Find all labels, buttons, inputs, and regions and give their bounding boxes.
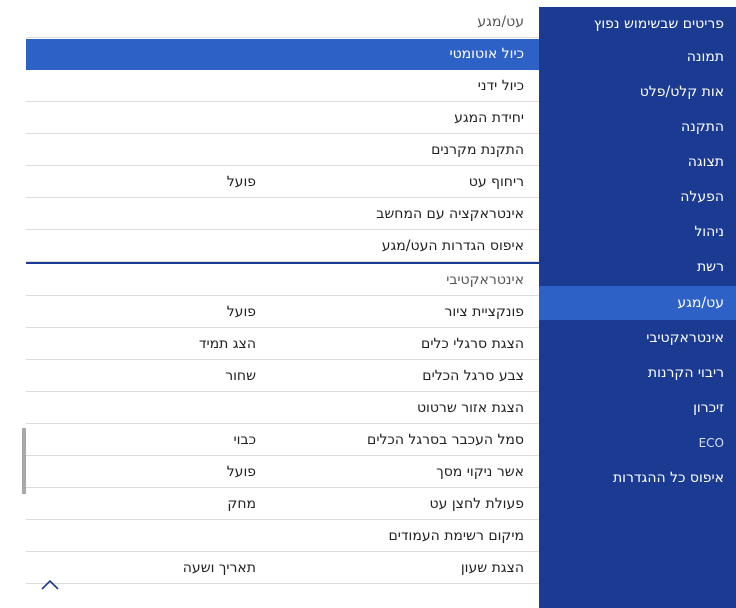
sidebar-item-4[interactable]: תצוגה <box>539 145 736 179</box>
row-value: כבוי <box>233 432 256 448</box>
row-label: צבע סרגל הכלים <box>422 368 524 384</box>
row-value: תאריך ושעה <box>182 560 256 576</box>
row-value: פועל <box>226 174 256 190</box>
row-label: יחידת המגע <box>454 110 524 126</box>
sidebar-item-1[interactable]: תמונה <box>539 40 736 74</box>
menu-row[interactable]: צבע סרגל הכלים שחור <box>26 361 539 392</box>
menu-row[interactable]: כיול אוטומטי <box>26 39 539 70</box>
row-label: אינטראקציה עם המחשב <box>376 206 524 222</box>
menu-row[interactable]: אשר ניקוי מסך פועל <box>26 457 539 488</box>
section-header: עט/מגע <box>26 7 539 38</box>
sidebar-item-8[interactable]: עט/מגע <box>539 286 736 320</box>
row-label: הצגת שעון <box>460 560 524 576</box>
row-label: פונקציית ציור <box>444 304 524 320</box>
scrollbar-thumb[interactable] <box>22 428 26 494</box>
menu-row[interactable]: פונקציית ציור פועל <box>26 297 539 328</box>
sidebar-item-3[interactable]: התקנה <box>539 110 736 144</box>
sidebar-item-7[interactable]: רשת <box>539 250 736 284</box>
row-label: אשר ניקוי מסך <box>436 464 524 480</box>
sidebar-item-13[interactable]: איפוס כל ההגדרות <box>539 461 736 495</box>
menu-row[interactable]: איפוס הגדרות העט/מגע <box>26 231 539 262</box>
sidebar-item-11[interactable]: זיכרון <box>539 391 736 425</box>
menu-row[interactable]: ריחוף עט פועל <box>26 167 539 198</box>
row-label: מיקום רשימת העמודים <box>388 528 524 544</box>
row-value: שחור <box>225 368 256 384</box>
menu-row[interactable]: הצגת סרגלי כלים הצג תמיד <box>26 329 539 360</box>
section-title: אינטראקטיבי <box>446 272 524 288</box>
menu-row[interactable]: הצגת אזור שרטוט <box>26 393 539 424</box>
row-label: הצגת אזור שרטוט <box>416 400 524 416</box>
row-value: פועל <box>226 304 256 320</box>
submenu-panel: עט/מגע כיול אוטומטי כיול ידני יחידת המגע התק… <box>26 7 539 608</box>
row-value: הצג תמיד <box>198 336 256 352</box>
menu-row[interactable]: מיקום רשימת העמודים <box>26 521 539 552</box>
section-header: אינטראקטיבי <box>26 265 539 296</box>
menu-row[interactable]: התקנת מקרנים <box>26 135 539 166</box>
sidebar-item-10[interactable]: ריבוי הקרנות <box>539 356 736 390</box>
menu-row[interactable]: כיול ידני <box>26 71 539 102</box>
row-value: מחק <box>227 496 256 512</box>
row-label: ריחוף עט <box>468 174 524 190</box>
row-label: התקנת מקרנים <box>431 142 524 158</box>
sidebar-item-0[interactable]: פריטים שבשימוש נפוץ <box>539 7 736 41</box>
menu-row[interactable]: הצגת שעון תאריך ושעה <box>26 553 539 584</box>
row-label: הצגת סרגלי כלים <box>421 336 524 352</box>
row-label: איפוס הגדרות העט/מגע <box>381 238 524 254</box>
settings-menu: פריטים שבשימוש נפוץ תמונה אות קלט/פלט התקנה… <box>26 7 736 608</box>
menu-row[interactable]: פעולת לחצן עט מחק <box>26 489 539 520</box>
sidebar-item-6[interactable]: ניהול <box>539 215 736 249</box>
sidebar-item-12[interactable]: ECO <box>539 426 736 460</box>
menu-row[interactable]: יחידת המגע <box>26 103 539 134</box>
sidebar-item-9[interactable]: אינטראקטיבי <box>539 321 736 355</box>
sidebar-item-2[interactable]: אות קלט/פלט <box>539 75 736 109</box>
row-label: כיול ידני <box>477 78 524 94</box>
row-value: פועל <box>226 464 256 480</box>
row-label: פעולת לחצן עט <box>429 496 524 512</box>
row-label: כיול אוטומטי <box>449 46 524 62</box>
menu-row[interactable]: סמל העכבר בסרגל הכלים כבוי <box>26 425 539 456</box>
row-label: סמל העכבר בסרגל הכלים <box>367 432 524 448</box>
menu-row[interactable]: אינטראקציה עם המחשב <box>26 199 539 230</box>
section-divider <box>26 262 539 264</box>
chevron-up-icon[interactable] <box>38 575 62 595</box>
sidebar-nav: פריטים שבשימוש נפוץ תמונה אות קלט/פלט התקנה… <box>539 7 736 608</box>
sidebar-item-5[interactable]: הפעלה <box>539 180 736 214</box>
section-title: עט/מגע <box>477 14 524 30</box>
